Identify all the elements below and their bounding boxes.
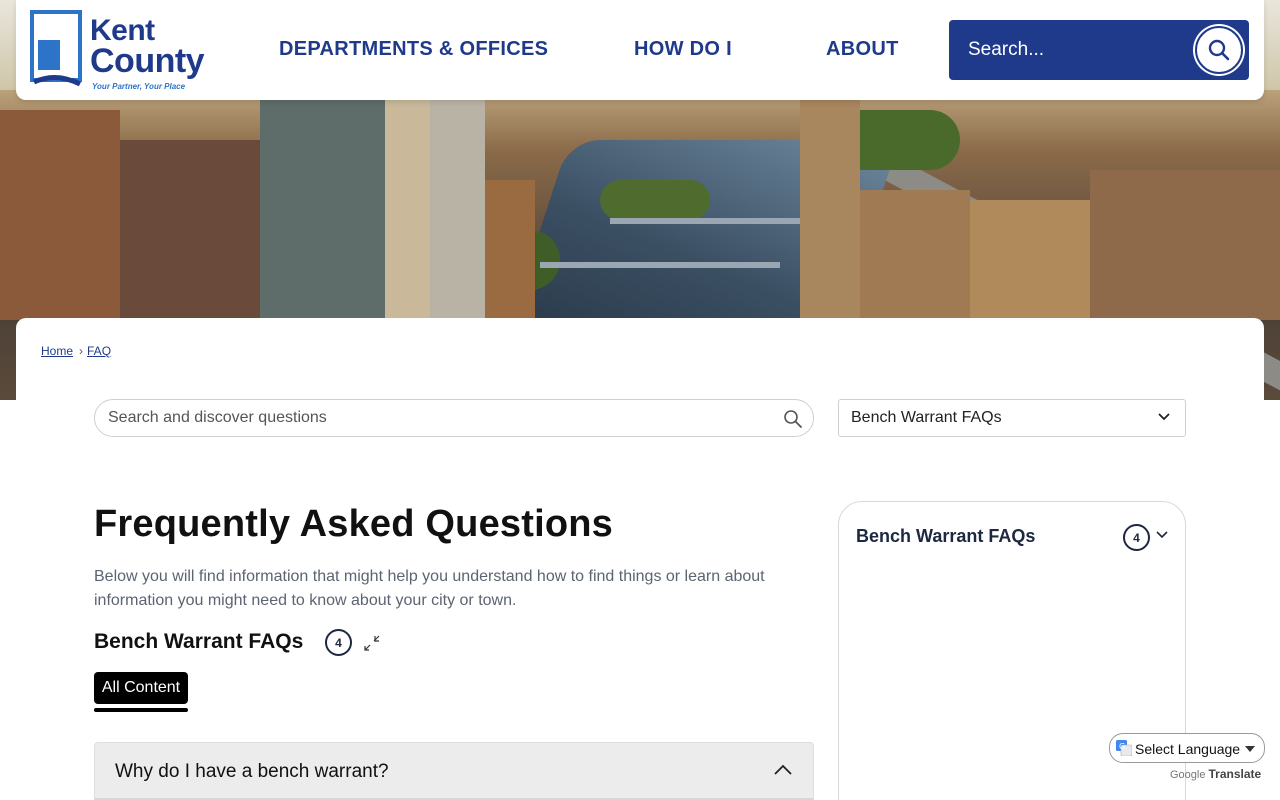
- faq-category-value: Bench Warrant FAQs: [851, 409, 1002, 426]
- faq-question[interactable]: Why do I have a bench warrant?: [115, 761, 389, 783]
- translate-link[interactable]: Translate: [1208, 767, 1261, 781]
- breadcrumb: Home › FAQ: [41, 344, 111, 358]
- google-wordmark: Google: [1170, 769, 1206, 781]
- svg-text:G: G: [1119, 742, 1125, 751]
- search-icon[interactable]: [783, 409, 803, 429]
- breadcrumb-separator: ›: [79, 344, 84, 358]
- language-select[interactable]: G Select Language: [1109, 733, 1265, 763]
- site-search-button[interactable]: [1195, 26, 1243, 74]
- side-panel-title[interactable]: Bench Warrant FAQs: [856, 526, 1035, 547]
- nav-how-do-i[interactable]: HOW DO I: [634, 38, 732, 61]
- kent-county-logo[interactable]: Kent County Your Partner, Your Place: [30, 10, 212, 91]
- logo-tagline: Your Partner, Your Place: [92, 82, 186, 91]
- page-title: Frequently Asked Questions: [94, 503, 614, 545]
- section-title: Bench Warrant FAQs: [94, 630, 304, 653]
- site-search-box[interactable]: Search...: [949, 20, 1249, 80]
- breadcrumb-home[interactable]: Home: [41, 344, 73, 358]
- faq-category-select[interactable]: Bench Warrant FAQs: [838, 399, 1186, 437]
- main-content: Home › FAQ Search and discover questions B…: [16, 318, 1264, 800]
- search-icon: [1208, 39, 1230, 61]
- nav-about[interactable]: ABOUT: [826, 38, 899, 61]
- kent-county-logo-mark: [30, 10, 82, 87]
- powered-by-google: Google Translate: [1170, 767, 1261, 781]
- chevron-up-icon[interactable]: [773, 763, 793, 777]
- dropdown-arrow-icon: [1245, 746, 1255, 752]
- side-panel-count-badge: 4: [1123, 524, 1150, 551]
- logo-text-county: County: [90, 42, 205, 80]
- section-count-badge: 4: [325, 629, 352, 656]
- faq-search-input[interactable]: Search and discover questions: [94, 399, 814, 437]
- language-select-label: Select Language: [1135, 741, 1241, 757]
- tab-active-indicator: [94, 708, 188, 712]
- site-search-input[interactable]: Search...: [968, 39, 1044, 61]
- nav-departments-offices[interactable]: DEPARTMENTS & OFFICES: [279, 38, 548, 61]
- faq-accordion-item[interactable]: Why do I have a bench warrant?: [94, 742, 814, 800]
- tab-all-content[interactable]: All Content: [94, 672, 188, 704]
- faq-search-placeholder: Search and discover questions: [108, 409, 327, 426]
- collapse-icon[interactable]: [361, 632, 383, 654]
- breadcrumb-faq[interactable]: FAQ: [87, 344, 111, 358]
- chevron-down-icon[interactable]: [1155, 530, 1169, 540]
- page-intro: Below you will find information that mig…: [94, 568, 765, 609]
- chevron-down-icon: [1158, 413, 1170, 421]
- site-header: Kent County Your Partner, Your Place DEP…: [16, 0, 1264, 100]
- google-translate-icon: G: [1116, 740, 1132, 756]
